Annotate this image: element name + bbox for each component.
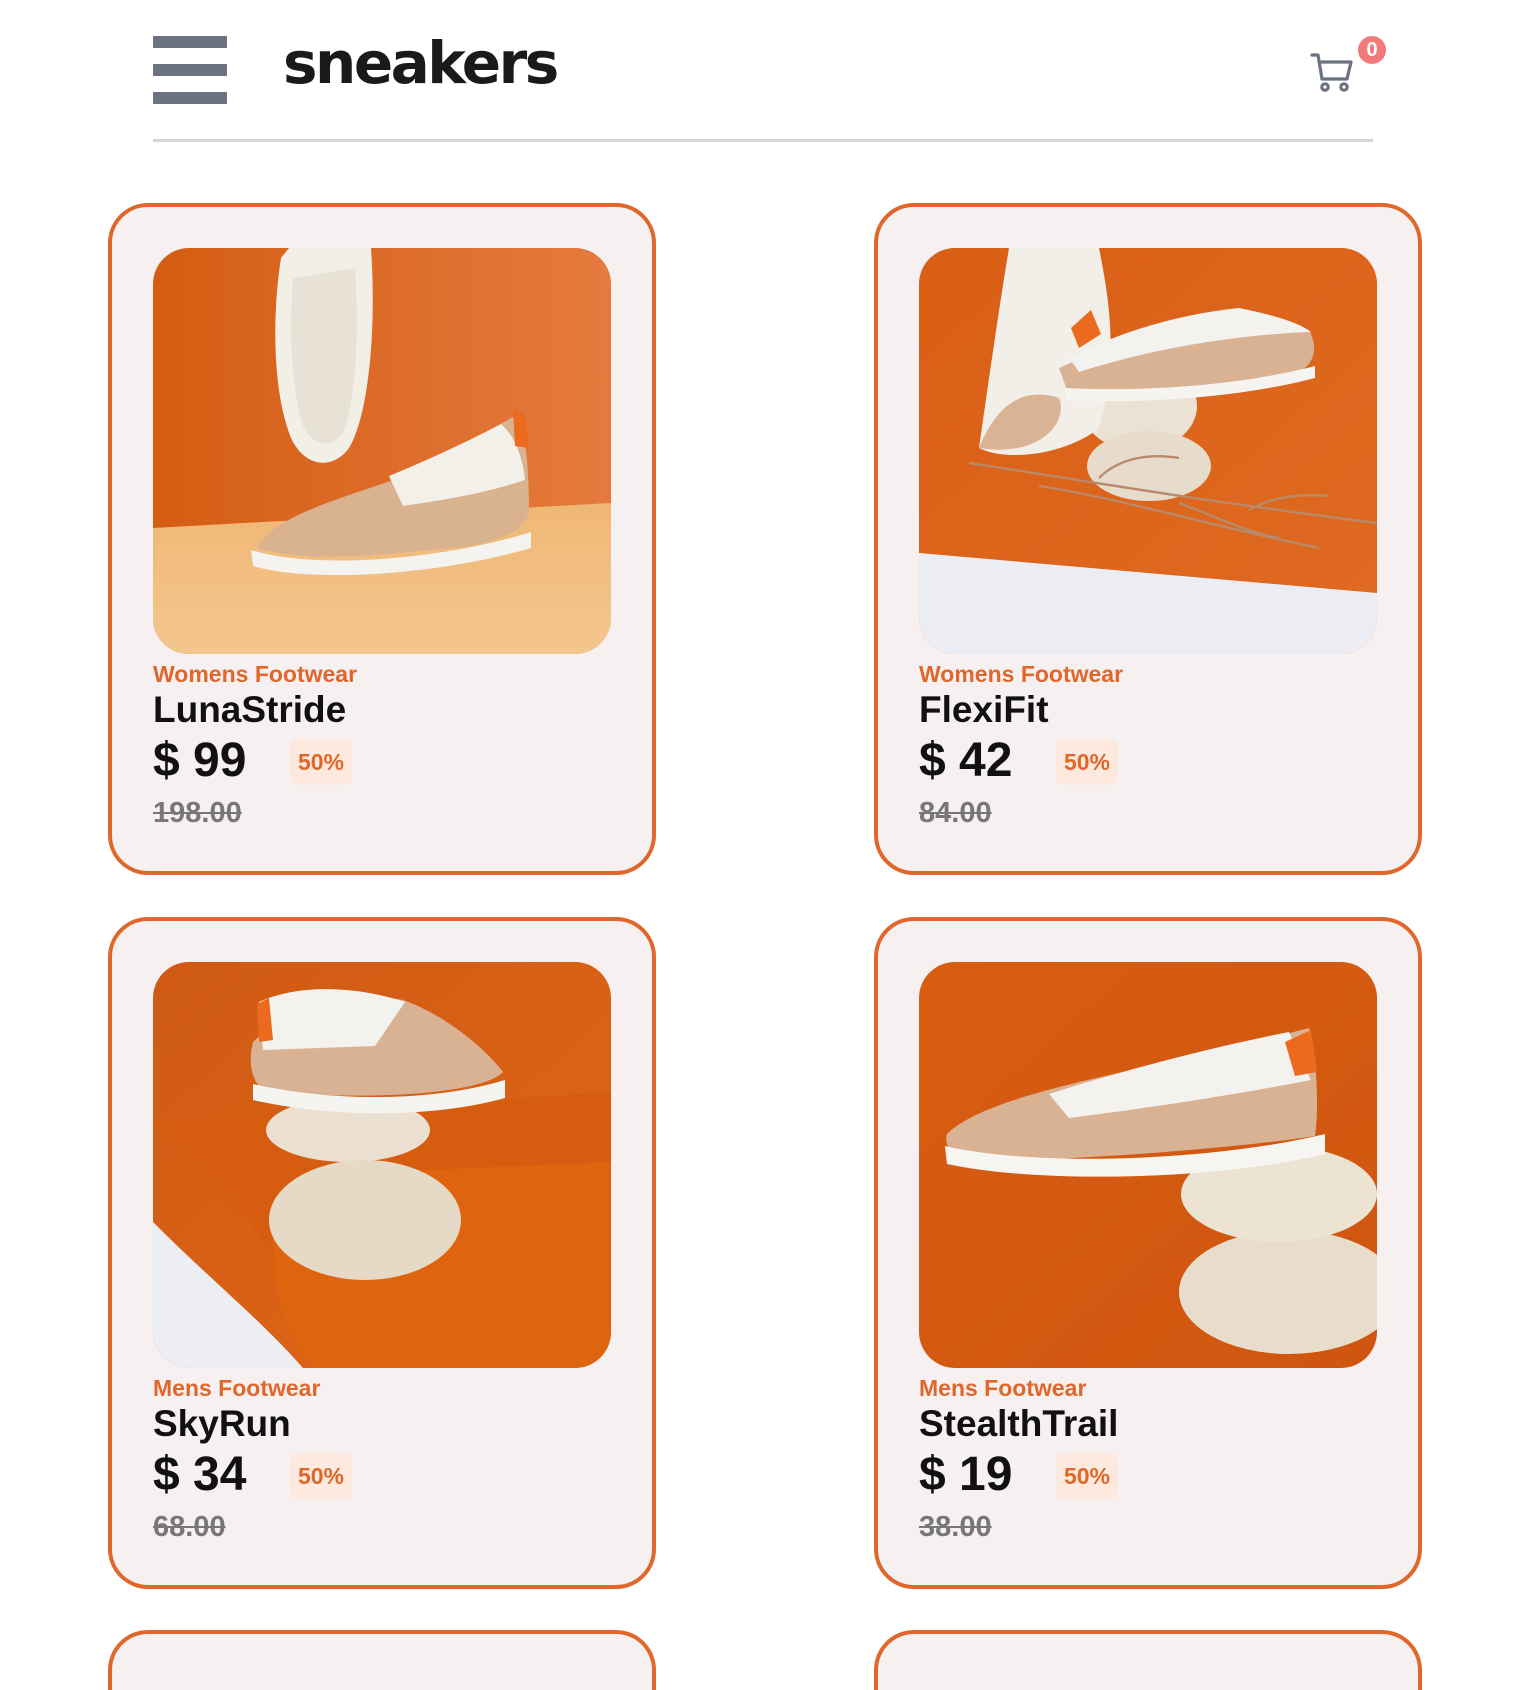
- product-price: $ 99: [153, 734, 247, 787]
- product-card[interactable]: Womens Footwear FlexiFit $ 42 50% 84.00: [874, 203, 1422, 875]
- site-logo[interactable]: sneakers: [283, 34, 559, 92]
- product-category: Mens Footwear: [153, 1375, 321, 1401]
- discount-badge: 50%: [290, 739, 352, 785]
- cart-icon: [1310, 53, 1353, 92]
- product-image[interactable]: [919, 962, 1377, 1368]
- cart-button[interactable]: 0: [1308, 36, 1388, 100]
- discount-badge: 50%: [1056, 739, 1118, 785]
- original-price: 198.00: [153, 797, 242, 829]
- product-price: $ 19: [919, 1448, 1013, 1501]
- hamburger-menu-icon[interactable]: [153, 35, 227, 105]
- cart-count-badge: 0: [1358, 36, 1386, 64]
- product-image[interactable]: [153, 962, 611, 1368]
- original-price: 38.00: [919, 1511, 992, 1543]
- product-name[interactable]: SkyRun: [153, 1403, 291, 1445]
- original-price: 84.00: [919, 797, 992, 829]
- product-name[interactable]: StealthTrail: [919, 1403, 1118, 1445]
- discount-badge: 50%: [1056, 1453, 1118, 1499]
- product-image[interactable]: [153, 248, 611, 654]
- product-card[interactable]: Mens Footwear SkyRun $ 34 50% 68.00: [108, 917, 656, 1589]
- product-name[interactable]: LunaStride: [153, 689, 346, 731]
- product-card[interactable]: Mens Footwear StealthTrail $ 19 50% 38.0…: [874, 917, 1422, 1589]
- product-card[interactable]: [874, 1630, 1422, 1690]
- product-category: Mens Footwear: [919, 1375, 1087, 1401]
- product-image[interactable]: [919, 248, 1377, 654]
- discount-badge: 50%: [290, 1453, 352, 1499]
- product-price: $ 34: [153, 1448, 247, 1501]
- product-price: $ 42: [919, 734, 1013, 787]
- product-name[interactable]: FlexiFit: [919, 689, 1049, 731]
- original-price: 68.00: [153, 1511, 226, 1543]
- product-card[interactable]: [108, 1630, 656, 1690]
- site-header: sneakers 0: [153, 30, 1386, 142]
- product-card[interactable]: Womens Footwear LunaStride $ 99 50% 198.…: [108, 203, 656, 875]
- product-category: Womens Footwear: [153, 661, 358, 687]
- product-category: Womens Footwear: [919, 661, 1124, 687]
